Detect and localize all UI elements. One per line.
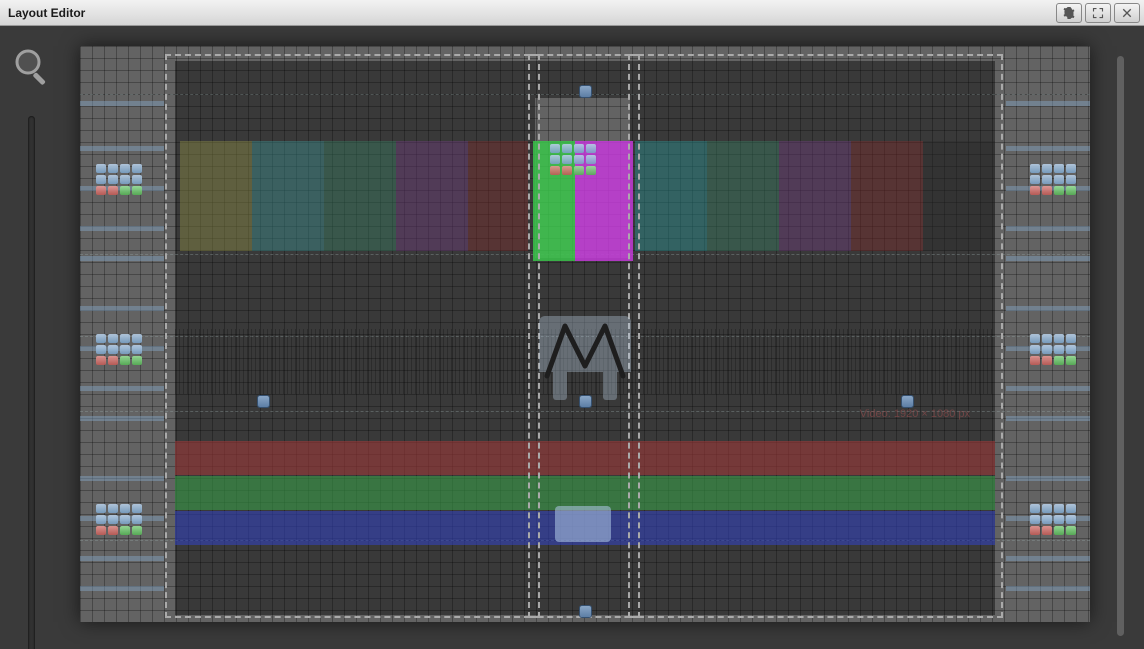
edge-port-row (1006, 476, 1090, 481)
edge-port-row (1006, 146, 1090, 151)
edge-port-row (80, 586, 164, 591)
expand-icon (1092, 7, 1104, 19)
center-logo-widget[interactable] (525, 316, 645, 411)
edge-port-row (80, 146, 164, 151)
edge-port-row (80, 226, 164, 231)
edge-port-row (1006, 416, 1090, 421)
left-scrollbar[interactable] (28, 116, 35, 649)
display-frame-left[interactable] (165, 54, 540, 618)
edge-port-row (80, 256, 164, 261)
io-node-cluster[interactable] (1030, 504, 1076, 544)
io-node-cluster[interactable] (550, 144, 596, 184)
gear-icon (1063, 7, 1075, 19)
settings-button[interactable] (1056, 3, 1082, 23)
window-title: Layout Editor (4, 6, 85, 20)
right-scrollbar[interactable] (1117, 56, 1124, 636)
io-node-cluster[interactable] (1030, 164, 1076, 204)
drag-handle[interactable] (580, 86, 591, 97)
edge-port-row (80, 476, 164, 481)
io-node-cluster[interactable] (96, 334, 142, 374)
close-icon (1121, 7, 1133, 19)
edge-port-row (80, 416, 164, 421)
titlebar-buttons (1056, 3, 1140, 23)
edge-port-row (1006, 101, 1090, 106)
magnifier-tool[interactable] (12, 46, 52, 86)
drag-handle[interactable] (580, 606, 591, 617)
edge-port-row (1006, 306, 1090, 311)
io-node-cluster[interactable] (96, 164, 142, 204)
fullscreen-button[interactable] (1085, 3, 1111, 23)
edge-port-row (80, 386, 164, 391)
titlebar[interactable]: Layout Editor (0, 0, 1144, 26)
drag-handle[interactable] (902, 396, 913, 407)
edge-port-row (1006, 556, 1090, 561)
edge-port-row (1006, 226, 1090, 231)
edge-port-row (1006, 586, 1090, 591)
editor-content: Video: 1920 × 1080 px (0, 26, 1144, 649)
edge-port-row (80, 101, 164, 106)
io-node-cluster[interactable] (1030, 334, 1076, 374)
edge-port-row (80, 306, 164, 311)
layout-canvas[interactable]: Video: 1920 × 1080 px (80, 46, 1090, 622)
search-icon (12, 46, 52, 86)
close-button[interactable] (1114, 3, 1140, 23)
edge-port-row (1006, 256, 1090, 261)
edge-port-row (1006, 386, 1090, 391)
drag-handle[interactable] (258, 396, 269, 407)
edge-port-row (80, 556, 164, 561)
center-mini-widget[interactable] (555, 506, 611, 542)
window-root: Layout Editor (0, 0, 1144, 649)
io-node-cluster[interactable] (96, 504, 142, 544)
display-frame-right[interactable] (628, 54, 1003, 618)
canvas-size-readout: Video: 1920 × 1080 px (860, 408, 970, 420)
